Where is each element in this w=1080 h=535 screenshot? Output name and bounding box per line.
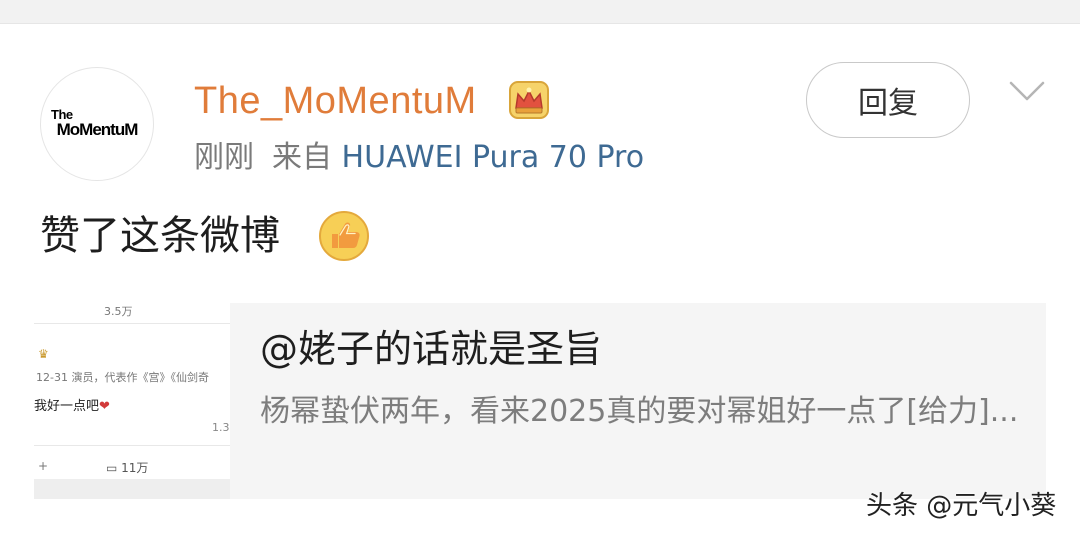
reply-button[interactable]: 回复 (806, 62, 970, 138)
post-time: 刚刚 (194, 140, 254, 175)
post-meta: 刚刚 来自 HUAWEI Pura 70 Pro (194, 138, 644, 178)
watermark: 头条 @元气小葵 (866, 491, 1057, 521)
reply-button-label: 回复 (858, 86, 918, 121)
avatar-logo-main: MoMentuM (56, 120, 139, 139)
thumb-date-line: 12-31 演员，代表作《宫》《仙剑奇 (36, 371, 209, 384)
crown-icon (509, 81, 549, 119)
source-device-link[interactable]: HUAWEI Pura 70 Pro (342, 140, 645, 175)
avatar[interactable]: The MoMentuM (40, 67, 154, 181)
chevron-down-icon[interactable] (1009, 80, 1045, 102)
comment-icon: ▭ (106, 461, 122, 475)
thumb-divider (34, 323, 230, 324)
thumb-text-line: 我好一点吧❤ (34, 395, 110, 414)
liked-action-text: 赞了这条微博 (40, 213, 280, 259)
thumb-bottom-count: 11万 (121, 461, 149, 475)
thumb-badge: ♛ (38, 347, 49, 361)
username[interactable]: The_MoMentuM (194, 76, 477, 126)
quoted-post-author[interactable]: @姥子的话就是圣旨 (260, 324, 602, 374)
top-bar (0, 0, 1080, 24)
thumb-divider-2 (34, 445, 230, 446)
thumb-bottom-strip (34, 479, 230, 499)
thumb-text: 我好一点吧 (34, 399, 100, 414)
thumb-side-count: 1.3 (212, 421, 230, 434)
quoted-post-text: 杨幂蛰伏两年，看来2025真的要对幂姐好一点了[给力]... (260, 394, 1019, 429)
thumb-plus: + (38, 459, 49, 473)
thumbs-up-icon (319, 211, 369, 261)
thumb-comment-count: 3.5万 (104, 305, 133, 318)
source-prefix: 来自 (272, 140, 342, 175)
thumb-repost-count: ▭ 11万 (106, 459, 148, 476)
quoted-post-thumbnail[interactable]: 3.5万 ♛ 12-31 演员，代表作《宫》《仙剑奇 我好一点吧❤ 1.3 + … (34, 303, 230, 499)
heart-icon: ❤ (99, 399, 110, 414)
